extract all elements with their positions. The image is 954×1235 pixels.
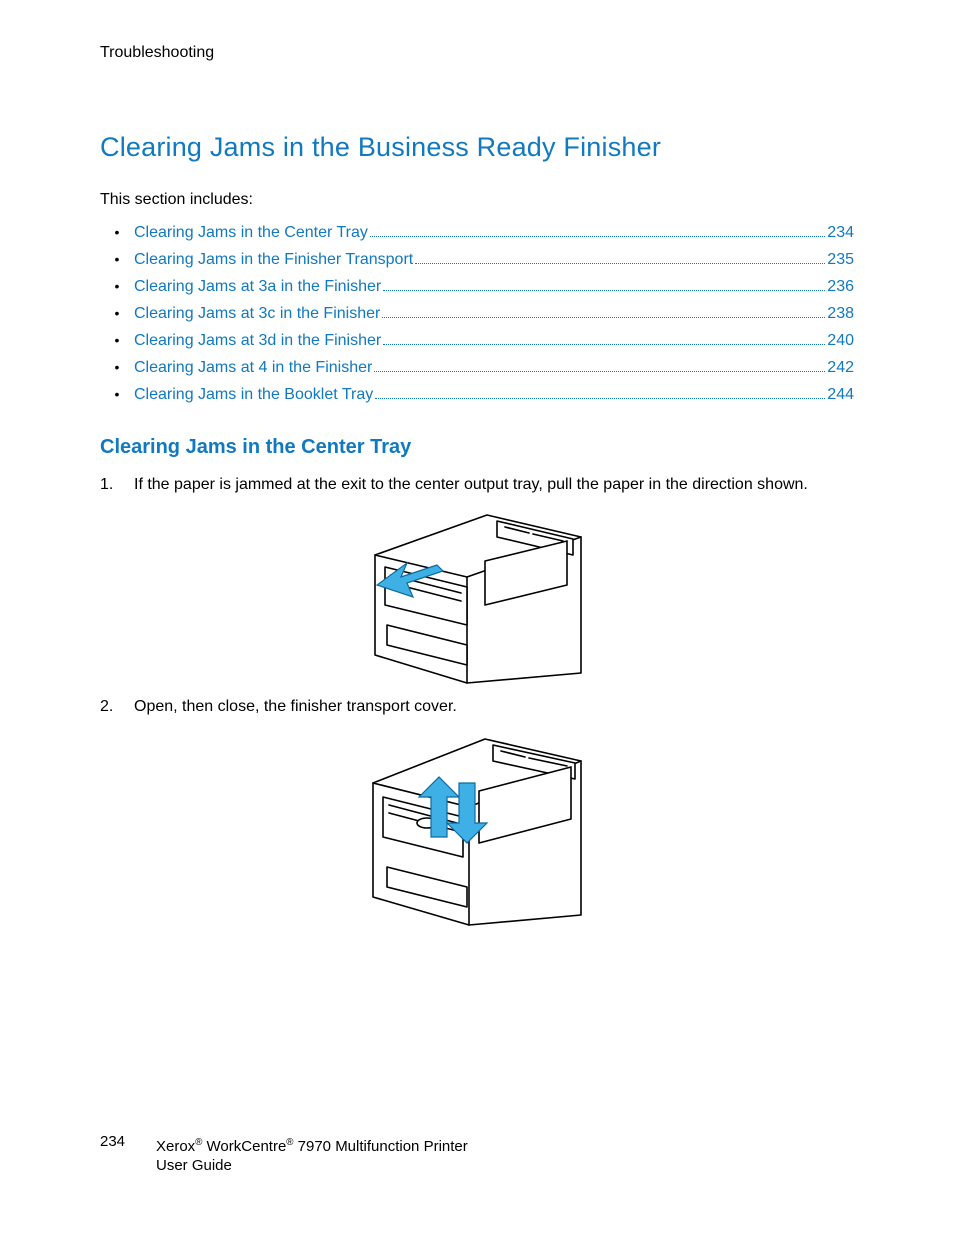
toc-item: • Clearing Jams at 3a in the Finisher 23… — [100, 273, 854, 300]
toc-item: • Clearing Jams at 3d in the Finisher 24… — [100, 327, 854, 354]
main-heading: Clearing Jams in the Business Ready Fini… — [100, 132, 854, 163]
toc-page[interactable]: 235 — [827, 246, 854, 273]
step-text: If the paper is jammed at the exit to th… — [134, 473, 854, 497]
footer-product: 7970 Multifunction Printer — [293, 1138, 467, 1155]
toc-item: • Clearing Jams at 4 in the Finisher 242 — [100, 354, 854, 381]
step-item: 2. Open, then close, the finisher transp… — [100, 695, 854, 719]
toc-item: • Clearing Jams in the Finisher Transpor… — [100, 246, 854, 273]
toc-leader — [375, 398, 825, 399]
toc-link[interactable]: Clearing Jams in the Finisher Transport — [134, 246, 413, 273]
bullet-icon: • — [100, 273, 134, 300]
toc-link[interactable]: Clearing Jams at 3c in the Finisher — [134, 300, 380, 327]
step-number: 2. — [100, 695, 134, 719]
footer-doc-title: User Guide — [156, 1157, 232, 1174]
toc-link[interactable]: Clearing Jams at 4 in the Finisher — [134, 354, 372, 381]
footer-brand-a: Xerox — [156, 1138, 195, 1155]
bullet-icon: • — [100, 300, 134, 327]
bullet-icon: • — [100, 381, 134, 408]
toc-item: • Clearing Jams in the Center Tray 234 — [100, 219, 854, 246]
toc-item: • Clearing Jams in the Booklet Tray 244 — [100, 381, 854, 408]
bullet-icon: • — [100, 354, 134, 381]
step-text: Open, then close, the finisher transport… — [134, 695, 854, 719]
toc-list: • Clearing Jams in the Center Tray 234 •… — [100, 219, 854, 408]
toc-page[interactable]: 234 — [827, 219, 854, 246]
footer-text: Xerox® WorkCentre® 7970 Multifunction Pr… — [156, 1133, 468, 1175]
toc-link[interactable]: Clearing Jams in the Booklet Tray — [134, 381, 373, 408]
toc-leader — [370, 236, 825, 237]
toc-leader — [374, 371, 825, 372]
toc-page[interactable]: 238 — [827, 300, 854, 327]
page-number: 234 — [100, 1133, 156, 1150]
toc-leader — [415, 263, 825, 264]
steps-list: 1. If the paper is jammed at the exit to… — [100, 473, 854, 497]
intro-text: This section includes: — [100, 191, 854, 209]
sub-heading: Clearing Jams in the Center Tray — [100, 436, 854, 459]
printer-pull-paper-illustration — [367, 505, 587, 685]
bullet-icon: • — [100, 219, 134, 246]
printer-open-close-cover-illustration — [367, 727, 587, 927]
section-header: Troubleshooting — [100, 44, 854, 62]
toc-page[interactable]: 242 — [827, 354, 854, 381]
footer-brand-b: WorkCentre — [202, 1138, 286, 1155]
toc-link[interactable]: Clearing Jams at 3a in the Finisher — [134, 273, 381, 300]
page-footer: 234 Xerox® WorkCentre® 7970 Multifunctio… — [100, 1133, 854, 1175]
steps-list: 2. Open, then close, the finisher transp… — [100, 695, 854, 719]
toc-page[interactable]: 240 — [827, 327, 854, 354]
toc-page[interactable]: 244 — [827, 381, 854, 408]
bullet-icon: • — [100, 246, 134, 273]
toc-link[interactable]: Clearing Jams at 3d in the Finisher — [134, 327, 381, 354]
bullet-icon: • — [100, 327, 134, 354]
toc-item: • Clearing Jams at 3c in the Finisher 23… — [100, 300, 854, 327]
toc-leader — [382, 317, 825, 318]
toc-leader — [383, 290, 825, 291]
toc-page[interactable]: 236 — [827, 273, 854, 300]
toc-leader — [383, 344, 825, 345]
step-number: 1. — [100, 473, 134, 497]
toc-link[interactable]: Clearing Jams in the Center Tray — [134, 219, 368, 246]
step-item: 1. If the paper is jammed at the exit to… — [100, 473, 854, 497]
